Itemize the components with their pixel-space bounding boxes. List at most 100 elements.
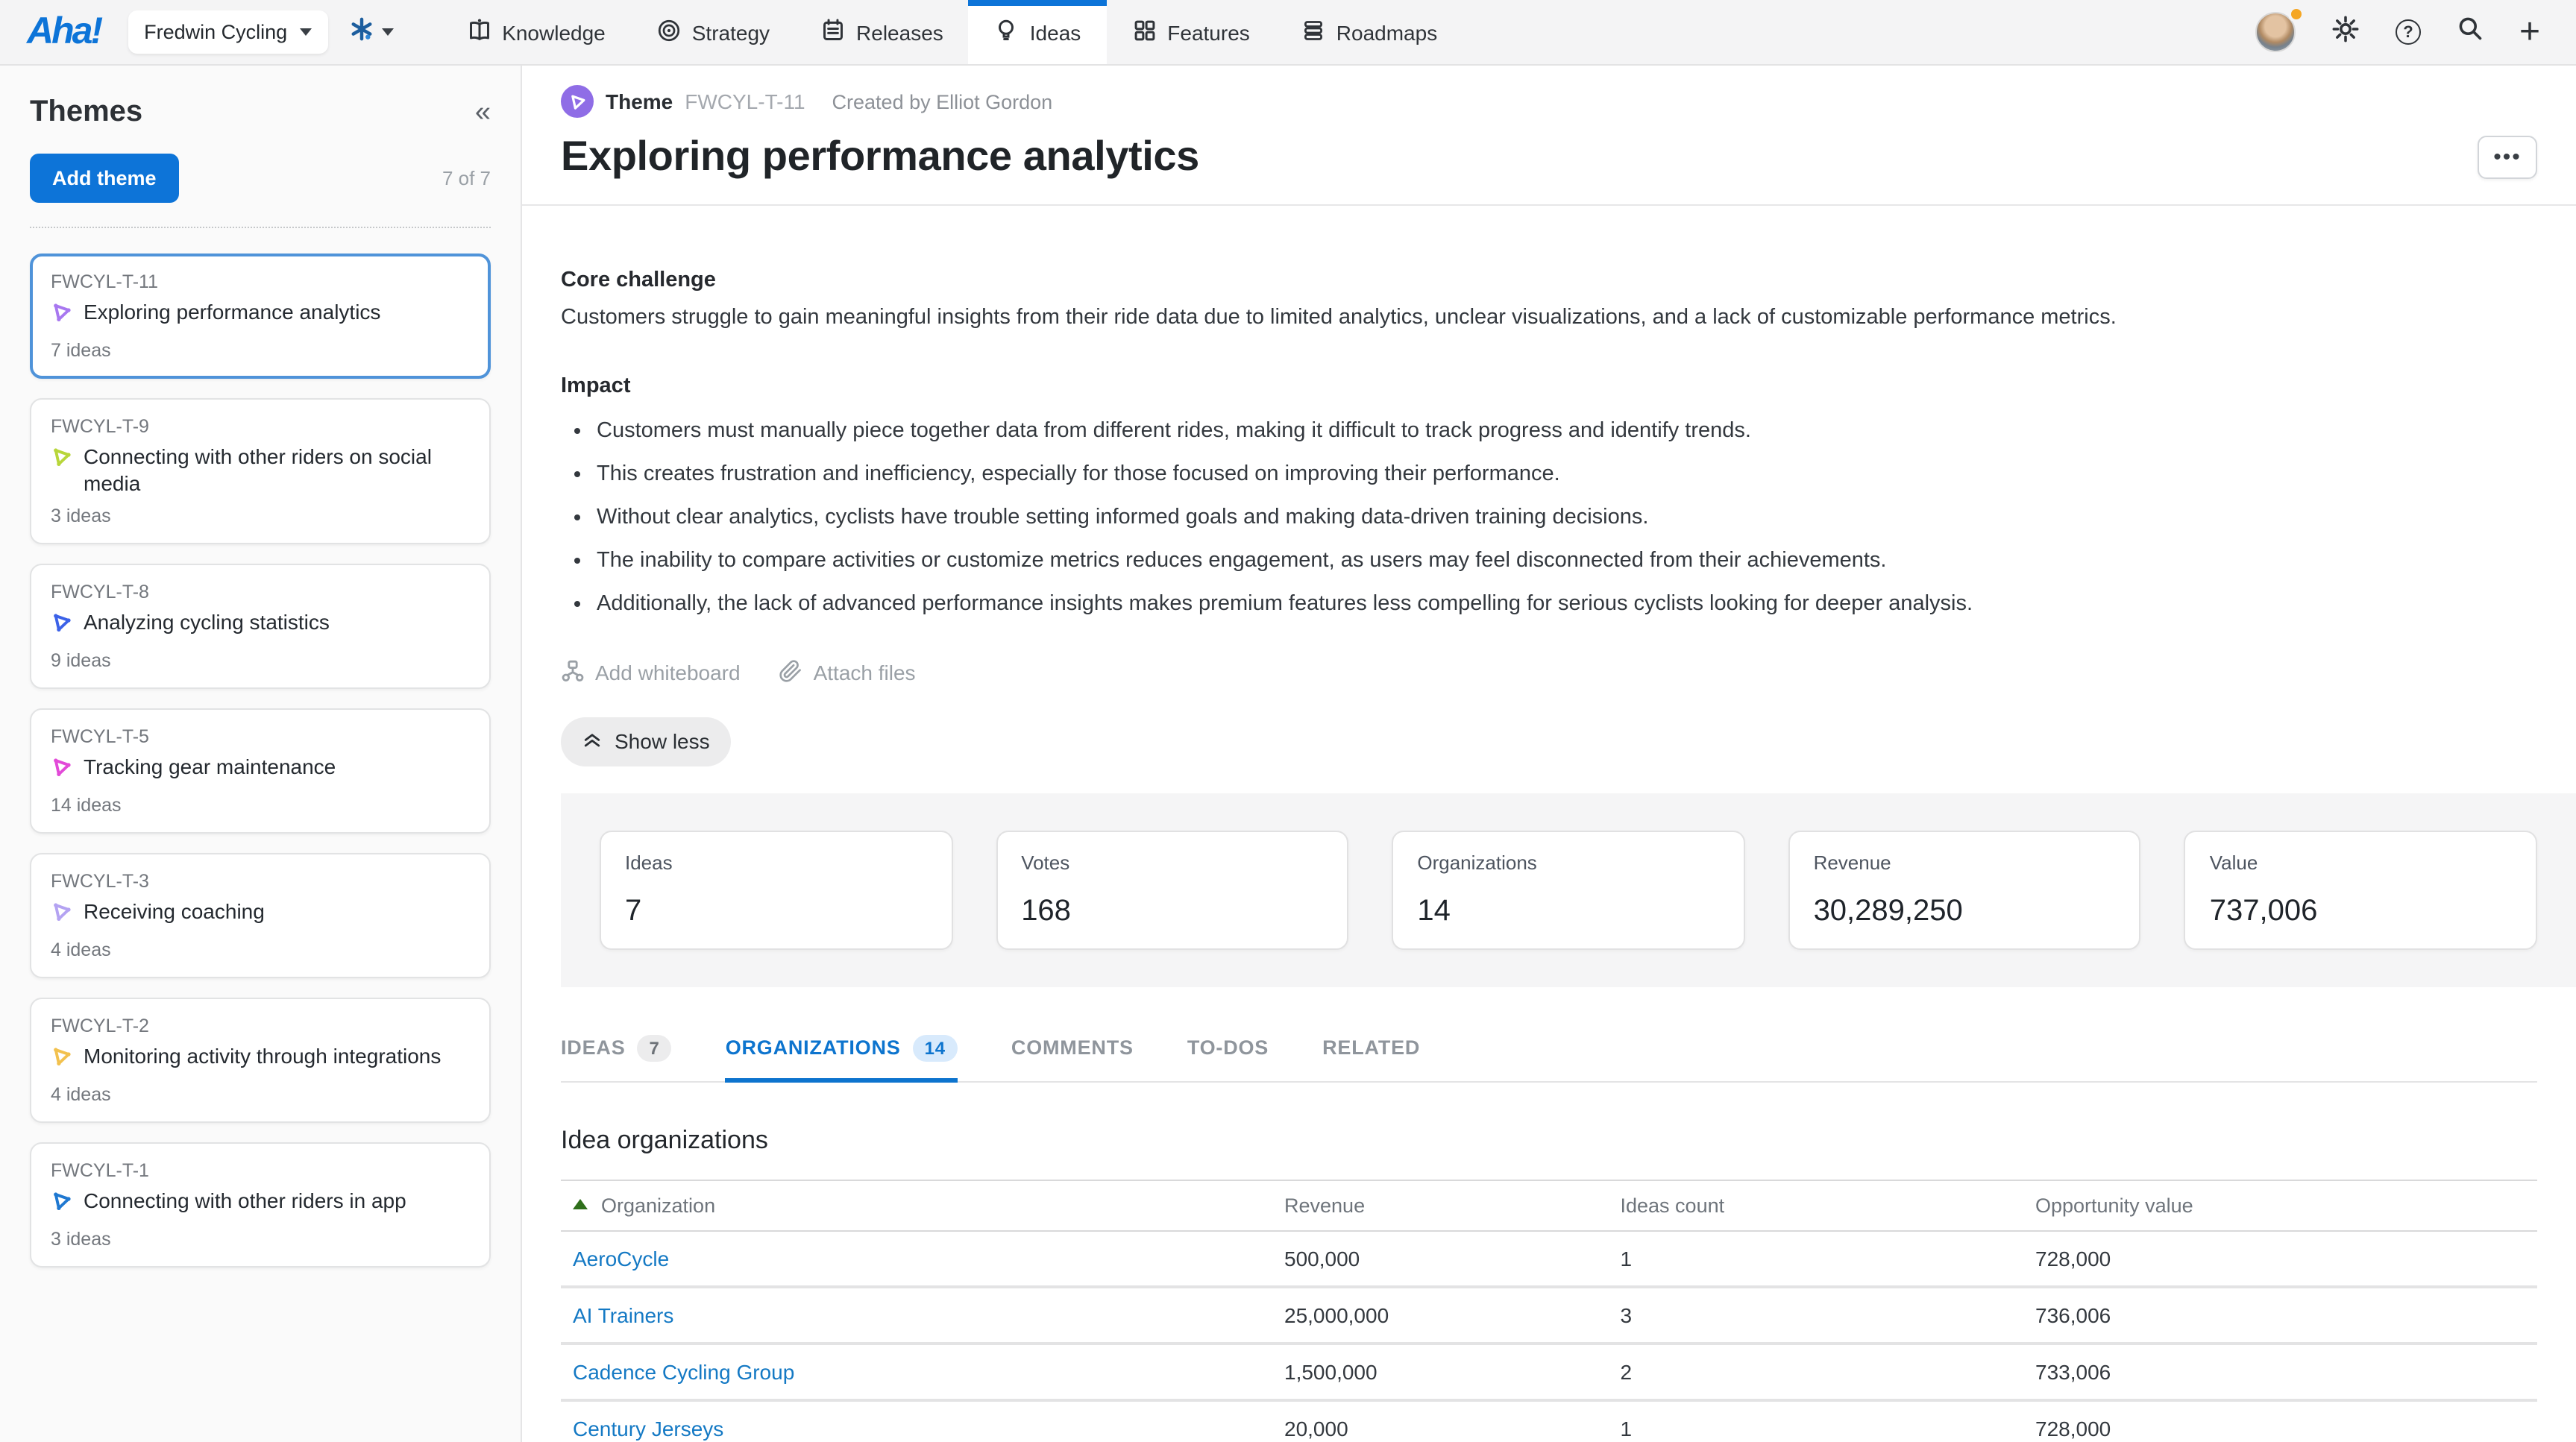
impact-bullet: Customers must manually piece together d…	[597, 418, 2537, 447]
theme-icon	[51, 1044, 73, 1075]
stat-label: Organizations	[1417, 851, 1719, 874]
cell-ideas-count: 2	[1609, 1344, 2024, 1400]
column-header-ideas-count[interactable]: Ideas count	[1609, 1180, 2024, 1231]
theme-count: 7 of 7	[442, 167, 491, 189]
top-nav: Aha! Fredwin Cycling KnowledgeStrategyRe…	[0, 0, 2576, 66]
detail-tabs: IDEAS7 ORGANIZATIONS 14 COMMENTS TO-DOS RELAT…	[561, 1035, 2537, 1083]
nav-item-features[interactable]: Features	[1106, 0, 1275, 64]
organization-link[interactable]: AI Trainers	[573, 1303, 673, 1327]
sidebar-title: Themes	[30, 95, 142, 130]
workspace-switcher[interactable]: Fredwin Cycling	[128, 10, 327, 54]
theme-title: Tracking gear maintenance	[84, 755, 336, 781]
chevron-down-icon	[381, 28, 393, 36]
organization-link[interactable]: Cadence Cycling Group	[573, 1360, 794, 1384]
calendar-icon	[820, 17, 846, 47]
theme-content: Core challenge Customers struggle to gai…	[522, 206, 2576, 1442]
tab-organizations[interactable]: ORGANIZATIONS 14	[726, 1035, 958, 1081]
tab-count-badge: 14	[913, 1035, 958, 1062]
column-label: Opportunity value	[2035, 1194, 2193, 1217]
theme-ideas-count: 3 ideas	[51, 506, 470, 526]
cell-ideas-count: 1	[1609, 1400, 2024, 1442]
theme-card-fwcyl-t-9[interactable]: FWCYL-T-9 Connecting with other riders on…	[30, 398, 491, 544]
sort-ascending-icon	[573, 1199, 588, 1209]
tab-related[interactable]: RELATED	[1322, 1035, 1420, 1081]
nav-item-strategy[interactable]: Strategy	[631, 0, 795, 64]
workspace-name: Fredwin Cycling	[144, 21, 287, 43]
theme-card-fwcyl-t-5[interactable]: FWCYL-T-5Tracking gear maintenance14 ide…	[30, 708, 491, 834]
stat-value: 168	[1021, 895, 1323, 929]
ai-assistant-button[interactable]	[348, 16, 393, 48]
help-button[interactable]: ?	[2396, 19, 2421, 45]
stat-value: 30,289,250	[1814, 895, 2116, 929]
theme-detail-panel: Theme FWCYL-T-11 Created by Elliot Gordo…	[522, 66, 2576, 1442]
nav-item-releases[interactable]: Releases	[795, 0, 969, 64]
table-row: AI Trainers25,000,0003736,006	[561, 1287, 2537, 1344]
stat-card-ideas: Ideas7	[600, 831, 952, 950]
column-header-opportunity-value[interactable]: Opportunity value	[2023, 1180, 2537, 1231]
add-button[interactable]: +	[2519, 14, 2540, 50]
tab-to-dos[interactable]: TO-DOS	[1187, 1035, 1269, 1081]
stat-card-revenue: Revenue30,289,250	[1788, 831, 2141, 950]
nav-utilities: ? +	[2255, 0, 2576, 64]
theme-type-icon	[561, 85, 594, 118]
tab-comments[interactable]: COMMENTS	[1011, 1035, 1134, 1081]
column-header-organization[interactable]: Organization	[561, 1180, 1272, 1231]
stats-band: Ideas7Votes168Organizations14Revenue30,2…	[561, 793, 2576, 987]
nav-item-label: Features	[1167, 20, 1250, 44]
target-icon	[656, 17, 682, 47]
theme-card-fwcyl-t-1[interactable]: FWCYL-T-1Connecting with other riders in…	[30, 1142, 491, 1268]
organizations-table: OrganizationRevenueIdeas count Opportunit…	[561, 1180, 2537, 1442]
organization-link[interactable]: AeroCycle	[573, 1247, 669, 1271]
add-whiteboard-button[interactable]: Add whiteboard	[561, 659, 741, 687]
theme-title: Connecting with other riders on social m…	[84, 444, 470, 497]
cell-revenue: 500,000	[1272, 1231, 1609, 1287]
organization-link[interactable]: Century Jerseys	[573, 1417, 723, 1441]
attach-files-button[interactable]: Attach files	[779, 659, 916, 687]
table-header-row: OrganizationRevenueIdeas count Opportunit…	[561, 1180, 2537, 1231]
theme-icon	[51, 300, 73, 331]
cell-revenue: 20,000	[1272, 1400, 1609, 1442]
table-row: Century Jerseys20,0001728,000	[561, 1400, 2537, 1442]
tab-count-badge: 7	[638, 1035, 672, 1062]
collapse-sidebar-icon[interactable]: «	[475, 98, 491, 127]
add-theme-button[interactable]: Add theme	[30, 154, 179, 203]
theme-card-fwcyl-t-3[interactable]: FWCYL-T-3Receiving coaching4 ideas	[30, 853, 491, 978]
show-less-label: Show less	[615, 730, 710, 754]
theme-card-fwcyl-t-11[interactable]: FWCYL-T-11Exploring performance analytic…	[30, 254, 491, 379]
theme-ref: FWCYL-T-9	[51, 416, 470, 437]
nav-item-ideas[interactable]: Ideas	[969, 0, 1107, 64]
theme-ref: FWCYL-T-5	[51, 726, 470, 747]
bars-icon	[1301, 17, 1326, 47]
table-row: Cadence Cycling Group1,500,0002733,006	[561, 1344, 2537, 1400]
theme-card-fwcyl-t-2[interactable]: FWCYL-T-2Monitoring activity through int…	[30, 998, 491, 1123]
nav-item-knowledge[interactable]: Knowledge	[441, 0, 631, 64]
theme-ideas-count: 4 ideas	[51, 939, 470, 960]
tab-ideas[interactable]: IDEAS7	[561, 1035, 672, 1081]
record-ref: FWCYL-T-11	[685, 89, 805, 113]
column-header-revenue[interactable]: Revenue	[1272, 1180, 1609, 1231]
aha-logo[interactable]: Aha!	[27, 10, 101, 54]
cell-opportunity-value: 736,006	[2023, 1287, 2537, 1344]
impact-bullet: The inability to compare activities or c…	[597, 547, 2537, 576]
tab-label: ORGANIZATIONS	[726, 1037, 901, 1060]
add-whiteboard-label: Add whiteboard	[595, 661, 741, 685]
more-options-button[interactable]: •••	[2478, 135, 2537, 178]
primary-nav: KnowledgeStrategyReleasesIdeas Features Ro…	[441, 0, 1463, 64]
theme-icon	[51, 1188, 73, 1220]
search-button[interactable]	[2457, 15, 2484, 49]
table-row: AeroCycle500,0001728,000	[561, 1231, 2537, 1287]
theme-ref: FWCYL-T-3	[51, 871, 470, 892]
stat-card-votes: Votes168	[996, 831, 1348, 950]
user-avatar[interactable]	[2255, 12, 2296, 52]
grid-icon	[1131, 17, 1157, 47]
settings-button[interactable]	[2331, 14, 2360, 50]
nav-item-roadmaps[interactable]: Roadmaps	[1275, 0, 1463, 64]
theme-title: Connecting with other riders in app	[84, 1188, 406, 1215]
impact-bullet: Additionally, the lack of advanced perfo…	[597, 591, 2537, 620]
whiteboard-icon	[561, 659, 585, 687]
cell-opportunity-value: 733,006	[2023, 1344, 2537, 1400]
theme-ref: FWCYL-T-11	[51, 271, 470, 292]
theme-card-fwcyl-t-8[interactable]: FWCYL-T-8Analyzing cycling statistics9 i…	[30, 564, 491, 689]
show-less-button[interactable]: Show less	[561, 717, 731, 766]
divider	[30, 227, 491, 228]
